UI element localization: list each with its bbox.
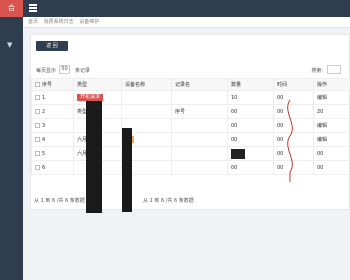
chevron-down-icon[interactable]: ▼ [7,41,12,49]
edit-link[interactable]: 编辑 [313,132,350,147]
image-thumbnail [231,148,245,159]
render-artifact [86,101,102,213]
row-checkbox[interactable] [35,122,40,128]
column-header[interactable]: 操作 [313,78,350,91]
table-header-row: 序号 类型 设备名称 记录名 数量 时间 操作 [31,78,350,91]
row-checkbox[interactable] [35,150,40,156]
table-toolbar: 每页显示 50 条记录 搜索: [31,64,349,76]
table-row: 3 00 00 编辑 [31,118,350,133]
table-row: 5 六月 6 天 00 00 [31,146,350,161]
column-header[interactable]: 设备名称 [121,78,172,91]
column-header[interactable]: 序号 [31,78,74,91]
back-button[interactable]: 返 回 [36,41,68,51]
table-row: 6 00 00 00 [31,160,350,175]
sidebar: 合 ▼ [0,0,23,280]
render-artifact [122,128,132,212]
table-row: 4 六月 8 天 生 00 00 编辑 [31,132,350,147]
table-row: 2 类型 序号 00 00 20 [31,104,350,119]
row-checkbox[interactable] [35,108,40,114]
pagination-info: 从 1 到 6 /共 6 条数据 [143,198,194,204]
row-checkbox[interactable] [35,94,40,100]
column-header[interactable]: 类型 [73,78,122,91]
data-table: 序号 类型 设备名称 记录名 数量 时间 操作 1 开机请求 10 00 编辑 … [31,78,350,175]
render-artifact [287,100,293,182]
breadcrumb-parent[interactable]: 消费系统日志 [44,19,74,25]
table-row: 1 开机请求 10 00 编辑 [31,90,350,105]
page-size-suffix: 条记录 [75,68,91,74]
edit-link[interactable]: 编辑 [313,90,350,105]
breadcrumb: 首页 消费系统日志 设备维护 [23,17,350,28]
column-header[interactable]: 时间 [273,78,314,91]
row-checkbox[interactable] [35,164,40,170]
top-bar [23,0,350,17]
search-input[interactable] [327,65,341,74]
breadcrumb-current: 设备维护 [79,19,100,25]
select-all-checkbox[interactable] [35,82,40,87]
pagination-info: 从 1 到 6 /共 6 条数据 [34,198,85,204]
column-header[interactable]: 数量 [227,78,274,91]
content-card: 返 回 每页显示 50 条记录 搜索: 序号 类型 设备名称 记录名 数量 时间… [30,34,350,210]
table-footer: 从 1 到 6 /共 6 条数据 从 1 到 6 /共 6 条数据 [31,193,349,207]
column-header[interactable]: 记录名 [171,78,228,91]
breadcrumb-home[interactable]: 首页 [28,19,38,25]
page-size-prefix: 每页显示 [36,68,57,74]
page-size-input[interactable]: 50 [59,65,70,74]
status-badge: 开机请求 [77,94,104,101]
search-label: 搜索: [311,68,323,74]
row-checkbox[interactable] [35,136,40,142]
edit-link[interactable]: 编辑 [313,118,350,133]
menu-icon[interactable] [29,4,37,12]
app-logo: 合 [0,0,23,17]
